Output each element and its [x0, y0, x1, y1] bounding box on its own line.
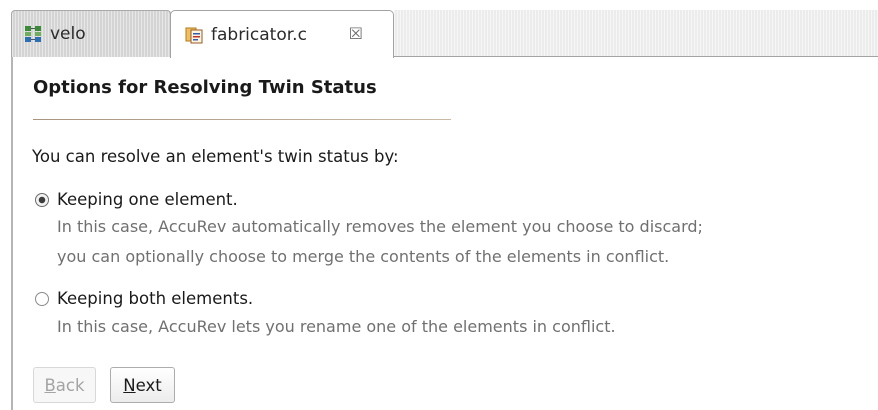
tab-label-fabricator: fabricator.c [211, 24, 307, 45]
option-keep-one[interactable]: Keeping one element. [35, 190, 238, 209]
page-title: Options for Resolving Twin Status [33, 77, 377, 98]
c-file-icon [185, 26, 203, 44]
wizard-panel: Options for Resolving Twin Status You ca… [13, 57, 878, 410]
back-button-mnemonic: B [44, 375, 56, 395]
option-keep-both[interactable]: Keeping both elements. [35, 289, 253, 308]
tab-strip: velo fabricator.c ☒ [0, 0, 878, 60]
next-button[interactable]: Next [110, 367, 175, 403]
intro-text: You can resolve an element's twin status… [32, 147, 399, 166]
tab-velo[interactable]: velo [11, 10, 171, 57]
tab-fabricator[interactable]: fabricator.c ☒ [170, 10, 394, 58]
next-button-label: ext [135, 375, 162, 395]
option-keep-both-description: In this case, AccuRev lets you rename on… [57, 317, 616, 336]
next-button-mnemonic: N [123, 375, 136, 395]
tab-strip-filler [394, 10, 878, 57]
option-keep-one-description-line-1: In this case, AccuRev automatically remo… [57, 217, 703, 236]
option-keep-both-label[interactable]: Keeping both elements. [57, 289, 253, 308]
close-icon[interactable]: ☒ [349, 24, 363, 43]
back-button[interactable]: Back [33, 367, 96, 403]
package-icon [24, 25, 42, 43]
option-keep-one-description-line-2: you can optionally choose to merge the c… [57, 247, 670, 266]
radio-keep-both[interactable] [35, 291, 49, 306]
back-button-label: ack [55, 375, 85, 395]
radio-keep-one[interactable] [35, 192, 49, 207]
editor-window: velo fabricator.c ☒ Options for Resolvin… [0, 0, 878, 410]
tab-label-velo: velo [50, 24, 86, 44]
title-divider [33, 119, 451, 120]
option-keep-one-label[interactable]: Keeping one element. [57, 190, 238, 209]
